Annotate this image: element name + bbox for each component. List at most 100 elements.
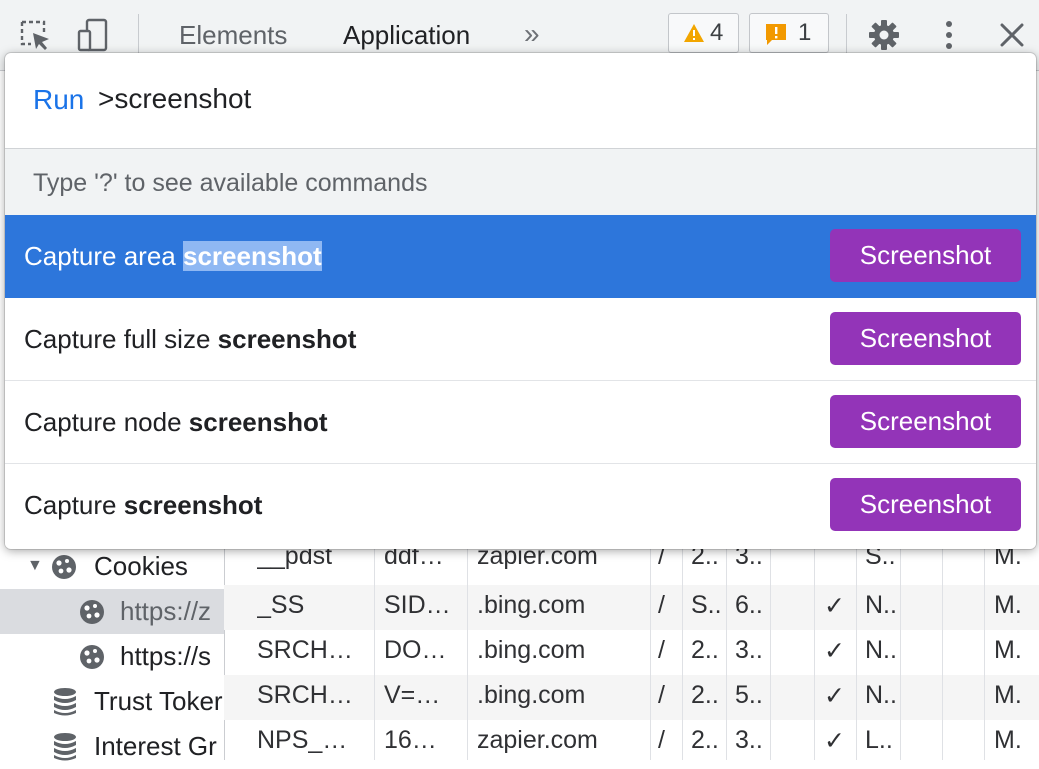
check-icon: ✓ — [824, 592, 845, 620]
column-divider — [856, 540, 857, 760]
table-cell: M. — [994, 726, 1022, 754]
table-cell: / — [658, 681, 665, 709]
table-cell: 6.. — [735, 591, 763, 619]
column-divider — [374, 540, 375, 760]
command-menu: Run >screenshot Type '?' to see availabl… — [5, 53, 1036, 549]
column-divider — [900, 540, 901, 760]
table-cell: SRCH… — [257, 681, 353, 709]
table-cell: V=… — [384, 681, 441, 709]
command-item-text: Capture full size — [24, 324, 218, 354]
database-icon — [54, 688, 76, 716]
command-item-text: Capture area — [24, 241, 183, 271]
check-icon: ✓ — [824, 727, 845, 755]
sidebar-item-label: Trust Toker — [94, 686, 223, 716]
command-item-capture-area-screenshot[interactable]: Capture area screenshot Screenshot — [5, 215, 1036, 298]
screenshot-category-badge[interactable]: Screenshot — [830, 478, 1021, 531]
more-tabs-button[interactable]: » — [524, 18, 540, 50]
column-divider — [726, 540, 727, 760]
table-cell: _SS — [257, 591, 305, 619]
screenshot-category-badge[interactable]: Screenshot — [830, 395, 1021, 448]
table-cell: DO… — [384, 636, 447, 664]
tab-elements[interactable]: Elements — [179, 20, 287, 50]
command-item-keyword: screenshot — [182, 241, 322, 271]
command-item-capture-full-size-screenshot[interactable]: Capture full size screenshot Screenshot — [5, 298, 1036, 381]
column-divider — [770, 540, 771, 760]
table-cell: 2.. — [691, 636, 719, 664]
table-cell: 3.. — [735, 726, 763, 754]
issues-badge[interactable]: 1 — [749, 13, 829, 53]
kebab-menu-icon[interactable] — [932, 18, 966, 52]
table-cell: .bing.com — [477, 681, 586, 709]
table-row[interactable]: _SS SID… .bing.com / S.. 6.. ✓ N.. M. — [224, 585, 1039, 630]
issue-icon — [766, 24, 786, 45]
command-hint: Type '?' to see available commands — [5, 148, 1036, 216]
command-item-keyword: screenshot — [188, 407, 328, 437]
cookie-icon — [52, 555, 76, 579]
sidebar-item-label: Interest Gr — [94, 731, 217, 761]
command-item-keyword: screenshot — [123, 490, 263, 520]
column-divider — [984, 540, 985, 760]
warning-icon — [684, 24, 704, 42]
warnings-badge[interactable]: 4 — [668, 13, 739, 53]
sidebar-item-cookies[interactable]: ▼ Cookies — [0, 544, 224, 589]
hint-text: Type '?' to see available commands — [33, 169, 428, 197]
issues-count: 1 — [798, 19, 812, 46]
table-cell: 2.. — [691, 726, 719, 754]
column-divider — [942, 540, 943, 760]
command-item-capture-screenshot[interactable]: Capture screenshot Screenshot — [5, 464, 1036, 547]
table-cell: / — [658, 591, 665, 619]
table-cell: SRCH… — [257, 636, 353, 664]
cookie-icon — [80, 600, 104, 624]
table-cell: / — [658, 636, 665, 664]
table-row[interactable]: SRCH… V=… .bing.com / 2.. 5.. ✓ N.. M. — [224, 675, 1039, 720]
toolbar-separator — [138, 14, 139, 54]
sidebar-item-interest-groups[interactable]: Interest Gr — [0, 724, 224, 769]
table-cell: N.. — [865, 591, 897, 619]
table-row[interactable]: SRCH… DO… .bing.com / 2.. 3.. ✓ N.. M. — [224, 630, 1039, 675]
command-item-label: Capture screenshot — [24, 490, 262, 521]
command-item-text: Capture node — [24, 407, 189, 437]
sidebar-item-label: https://z — [120, 596, 212, 626]
table-cell: N.. — [865, 681, 897, 709]
device-toolbar-icon[interactable] — [76, 18, 110, 52]
table-cell: NPS_… — [257, 726, 348, 754]
column-divider — [682, 540, 683, 760]
warnings-count: 4 — [710, 19, 724, 46]
check-icon: ✓ — [824, 637, 845, 665]
command-item-text: Capture — [24, 490, 124, 520]
column-divider — [467, 540, 468, 760]
screenshot-category-badge[interactable]: Screenshot — [830, 229, 1021, 282]
command-item-keyword: screenshot — [217, 324, 357, 354]
sidebar-item-label: https://s — [120, 641, 212, 671]
gear-icon[interactable] — [867, 18, 901, 52]
table-cell: .bing.com — [477, 591, 586, 619]
command-item-label: Capture full size screenshot — [24, 324, 356, 355]
sidebar-item-cookie-origin[interactable]: https://s — [0, 634, 224, 679]
command-item-label: Capture node screenshot — [24, 407, 328, 438]
inspect-element-icon[interactable] — [18, 18, 52, 52]
close-icon[interactable] — [995, 18, 1029, 52]
sidebar-item-trust-tokens[interactable]: Trust Toker — [0, 679, 224, 724]
table-cell: SID… — [384, 591, 451, 619]
expand-arrow-icon[interactable]: ▼ — [27, 557, 43, 575]
command-input[interactable]: >screenshot — [98, 83, 251, 115]
table-cell: 2.. — [691, 681, 719, 709]
table-cell: / — [658, 726, 665, 754]
sidebar-item-cookie-origin[interactable]: https://z — [0, 589, 224, 634]
column-divider — [814, 540, 815, 760]
table-cell: S.. — [691, 591, 722, 619]
sidebar-item-label: Cookies — [94, 551, 188, 581]
toolbar-separator — [846, 14, 847, 54]
command-prompt[interactable]: Run >screenshot — [5, 53, 1036, 148]
table-cell: N.. — [865, 636, 897, 664]
table-row[interactable]: NPS_… 16… zapier.com / 2.. 3.. ✓ L.. M. — [224, 720, 1039, 760]
command-item-capture-node-screenshot[interactable]: Capture node screenshot Screenshot — [5, 381, 1036, 464]
table-cell: 3.. — [735, 636, 763, 664]
table-cell: .bing.com — [477, 636, 586, 664]
table-cell: M. — [994, 681, 1022, 709]
screenshot-category-badge[interactable]: Screenshot — [830, 312, 1021, 365]
column-divider — [650, 540, 651, 760]
tab-application[interactable]: Application — [343, 20, 470, 50]
command-item-label: Capture area screenshot — [24, 241, 322, 272]
table-cell: zapier.com — [477, 726, 598, 754]
